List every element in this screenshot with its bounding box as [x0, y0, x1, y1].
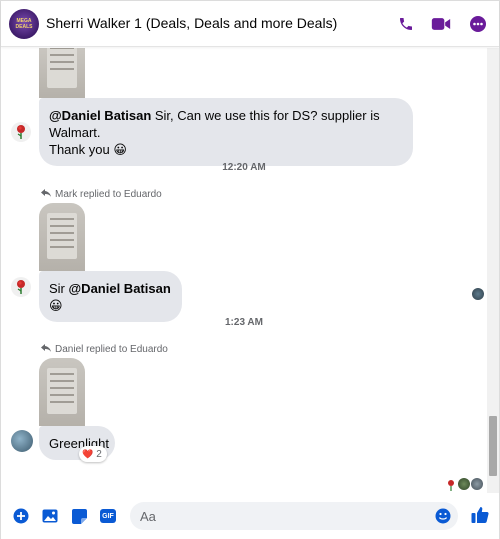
scrollbar-thumb[interactable] [489, 416, 497, 476]
message-image[interactable] [39, 358, 85, 426]
mention[interactable]: @Daniel Batisan [49, 108, 151, 123]
timestamp: 12:20 AM [222, 162, 266, 173]
mention[interactable]: @Daniel Batisan [69, 281, 171, 296]
more-options-icon[interactable] [467, 13, 489, 35]
chat-header: MEGA DEALS Sherri Walker 1 (Deals, Deals … [1, 1, 499, 47]
chat-window: MEGA DEALS Sherri Walker 1 (Deals, Deals … [0, 0, 500, 539]
seen-avatar[interactable] [458, 478, 470, 490]
reply-arrow-icon [41, 344, 51, 355]
gif-icon[interactable]: GIF [99, 507, 117, 525]
seen-avatar[interactable] [471, 478, 483, 490]
composer: GIF [1, 493, 499, 539]
emoji-icon[interactable] [434, 507, 452, 525]
sticker-icon[interactable] [70, 507, 88, 525]
reaction-badge[interactable]: ❤️ 2 [79, 446, 107, 462]
group-avatar[interactable]: MEGA DEALS [9, 9, 39, 39]
message-list: @Daniel Batisan Sir, Can we use this for… [1, 48, 487, 493]
rose-avatar[interactable] [11, 122, 31, 142]
message-bubble[interactable]: @Daniel Batisan Sir, Can we use this for… [39, 98, 413, 166]
message-input[interactable] [130, 502, 458, 530]
daniel-avatar[interactable] [11, 430, 33, 452]
photo-icon[interactable] [41, 507, 59, 525]
rose-seen-avatar[interactable] [445, 478, 457, 491]
rose-avatar[interactable] [11, 277, 31, 297]
chat-title[interactable]: Sherri Walker 1 (Deals, Deals and more D… [46, 15, 337, 31]
reply-header: Daniel replied to Eduardo [41, 344, 168, 355]
scrollbar[interactable] [487, 48, 499, 493]
reaction-count: 2 [96, 448, 102, 460]
reply-header: Mark replied to Eduardo [41, 189, 162, 200]
message-image[interactable] [39, 203, 85, 271]
message-bubble[interactable]: Sir @Daniel Batisan 😀 [39, 271, 182, 322]
seen-avatar[interactable] [472, 288, 484, 300]
like-icon[interactable] [470, 505, 490, 525]
heart-icon: ❤️ [82, 448, 94, 459]
reply-arrow-icon [41, 189, 51, 200]
phone-icon[interactable] [395, 13, 417, 35]
timestamp: 1:23 AM [225, 317, 263, 328]
emoji: 😀 [49, 298, 63, 313]
message-image[interactable] [39, 48, 85, 98]
emoji: 😀 [113, 142, 127, 157]
add-icon[interactable] [12, 507, 30, 525]
video-camera-icon[interactable] [430, 13, 452, 35]
